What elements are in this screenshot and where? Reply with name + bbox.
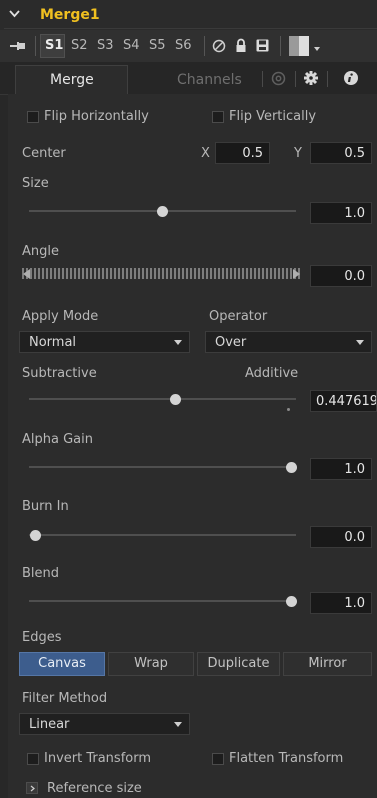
script-button-s5[interactable]: S5 bbox=[149, 39, 166, 52]
apply-mode-value: Normal bbox=[29, 335, 77, 350]
chevron-down-icon bbox=[174, 340, 182, 345]
size-label: Size bbox=[22, 176, 49, 191]
flatten-transform-label: Flatten Transform bbox=[229, 751, 344, 766]
alpha-gain-label: Alpha Gain bbox=[22, 432, 93, 447]
tab-bar: Merge Channels bbox=[0, 62, 377, 95]
angle-label: Angle bbox=[22, 244, 59, 259]
center-y-label: Y bbox=[294, 146, 302, 161]
tab-separator bbox=[262, 71, 263, 87]
sub-add-input[interactable]: 0.447619 bbox=[310, 390, 377, 412]
script-toolbar: S1 S2 S3 S4 S5 S6 bbox=[0, 30, 377, 63]
edges-canvas-button[interactable]: Canvas bbox=[19, 652, 105, 676]
default-marker bbox=[287, 408, 290, 411]
lock-icon[interactable] bbox=[235, 38, 247, 53]
center-label: Center bbox=[22, 146, 66, 161]
invert-transform-label: Invert Transform bbox=[44, 751, 152, 766]
pin-icon[interactable] bbox=[10, 40, 26, 52]
gear-icon[interactable] bbox=[303, 70, 319, 86]
chevron-down-icon bbox=[174, 722, 182, 727]
arrow-right-icon[interactable] bbox=[292, 269, 300, 279]
tab-channels[interactable]: Channels bbox=[177, 73, 242, 87]
script-label-s1: S1 bbox=[45, 38, 64, 53]
burn-in-slider-knob[interactable] bbox=[29, 529, 41, 541]
chevron-down-icon[interactable] bbox=[314, 47, 320, 51]
tab-separator bbox=[327, 71, 328, 87]
burn-in-slider-track[interactable] bbox=[29, 534, 296, 536]
center-x-label: X bbox=[201, 146, 210, 161]
edges-duplicate-button[interactable]: Duplicate bbox=[197, 652, 280, 676]
edges-mirror-button[interactable]: Mirror bbox=[283, 652, 372, 676]
script-button-s4[interactable]: S4 bbox=[123, 39, 140, 52]
operator-label: Operator bbox=[209, 309, 268, 324]
chevron-down-icon bbox=[356, 340, 364, 345]
edges-label: Edges bbox=[22, 630, 62, 645]
node-header: Merge1 bbox=[0, 0, 377, 31]
blend-input[interactable]: 1.0 bbox=[310, 592, 372, 614]
alpha-gain-input[interactable]: 1.0 bbox=[310, 458, 372, 480]
center-x-input[interactable]: 0.5 bbox=[215, 142, 270, 164]
subtractive-label: Subtractive bbox=[22, 366, 97, 381]
flip-vertically-checkbox[interactable] bbox=[212, 111, 224, 123]
alpha-gain-slider-knob[interactable] bbox=[285, 461, 297, 473]
additive-label: Additive bbox=[245, 366, 299, 381]
angle-input[interactable]: 0.0 bbox=[310, 265, 372, 287]
tab-separator bbox=[295, 71, 296, 87]
size-slider-knob[interactable] bbox=[157, 205, 168, 217]
blend-slider-track[interactable] bbox=[29, 600, 296, 602]
toolbar-separator bbox=[280, 36, 281, 56]
disable-icon[interactable] bbox=[212, 39, 226, 53]
info-icon[interactable] bbox=[343, 70, 359, 86]
burn-in-label: Burn In bbox=[22, 499, 69, 514]
title-underline bbox=[4, 28, 377, 29]
blend-slider-knob[interactable] bbox=[285, 595, 297, 607]
center-y-input[interactable]: 0.5 bbox=[310, 142, 372, 164]
flip-vertically-label: Flip Vertically bbox=[229, 109, 317, 124]
settings-icon[interactable] bbox=[271, 71, 286, 86]
collapse-chevron-icon[interactable] bbox=[9, 9, 20, 18]
apply-mode-label: Apply Mode bbox=[22, 309, 99, 324]
sub-add-slider-knob[interactable] bbox=[170, 393, 182, 405]
reference-size-label: Reference size bbox=[47, 781, 142, 796]
flatten-transform-checkbox[interactable] bbox=[212, 753, 224, 765]
flip-horizontally-label: Flip Horizontally bbox=[44, 109, 149, 124]
script-button-s6[interactable]: S6 bbox=[175, 39, 192, 52]
invert-transform-checkbox[interactable] bbox=[27, 753, 39, 765]
toolbar-separator bbox=[204, 36, 205, 56]
arrow-left-icon[interactable] bbox=[23, 269, 31, 279]
size-input[interactable]: 1.0 bbox=[310, 202, 372, 224]
tab-merge-label: Merge bbox=[50, 72, 94, 88]
save-icon[interactable] bbox=[256, 39, 269, 52]
script-button-s2[interactable]: S2 bbox=[71, 39, 88, 52]
operator-value: Over bbox=[215, 335, 247, 350]
sub-add-slider-track[interactable] bbox=[29, 398, 296, 400]
color-swatch[interactable] bbox=[289, 36, 309, 56]
angle-thumbwheel[interactable] bbox=[22, 268, 300, 279]
script-button-s3[interactable]: S3 bbox=[97, 39, 114, 52]
alpha-gain-slider-track[interactable] bbox=[29, 466, 296, 468]
edges-wrap-button[interactable]: Wrap bbox=[108, 652, 194, 676]
node-title: Merge1 bbox=[40, 7, 100, 23]
filter-method-label: Filter Method bbox=[22, 691, 108, 706]
chevron-right-icon bbox=[30, 785, 35, 792]
burn-in-input[interactable]: 0.0 bbox=[310, 526, 372, 548]
filter-method-value: Linear bbox=[29, 717, 70, 732]
flip-horizontally-checkbox[interactable] bbox=[27, 111, 39, 123]
toolbar-separator bbox=[35, 36, 36, 56]
blend-label: Blend bbox=[22, 566, 60, 581]
